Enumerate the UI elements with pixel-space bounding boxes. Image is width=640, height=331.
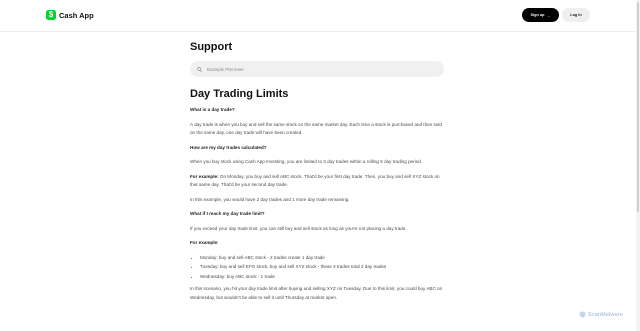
example-label: For example:: [190, 240, 219, 245]
paragraph: When you buy stock using Cash App Invest…: [190, 159, 423, 164]
example-list: Monday: buy and sell ABC stock - 2 trade…: [190, 254, 445, 282]
page-title: Support: [190, 41, 233, 53]
search-icon: [197, 66, 202, 72]
paragraph: In this example, you would have 2 day tr…: [190, 196, 350, 202]
list-item: Tuesday: buy and sell EFG stock, buy and…: [200, 263, 445, 272]
scrollbar[interactable]: [636, 0, 640, 331]
article-title: Day Trading Limits: [190, 88, 289, 100]
question-heading: How are my day trades calculated?: [190, 144, 267, 150]
dollar-logo-icon: $: [46, 10, 56, 20]
search-input[interactable]: Example PIN reset: [190, 61, 444, 77]
shield-icon: [579, 311, 586, 318]
list-item: Monday: buy and sell ABC stock - 2 trade…: [200, 254, 445, 263]
paragraph: If you exceed your day trade limit, you …: [190, 225, 407, 231]
scrollbar-thumb[interactable]: [637, 2, 639, 212]
example-text: On Monday, you buy and sell ABC stock. T…: [190, 173, 440, 188]
question-heading: What if I reach my day trade limit?: [190, 211, 265, 216]
paragraph: For example: On Monday, you buy and sell…: [190, 173, 445, 190]
cash-app-logo[interactable]: $ Cash App: [46, 10, 94, 20]
arrow-right-icon: →: [546, 12, 551, 18]
question-heading: What is a day trade?: [190, 107, 235, 112]
paragraph: For example:: [190, 239, 445, 248]
list-item: Wednesday: buy ABC stock - 1 trade: [200, 273, 445, 282]
sign-up-label: Sign up: [530, 13, 545, 17]
watermark: ScanMalware: [579, 311, 623, 318]
brand-name: Cash App: [59, 10, 94, 20]
article-body: What is a day trade? A day trade is when…: [190, 106, 445, 302]
log-in-label: Log in: [570, 13, 582, 17]
paragraph: A day trade is when you buy and sell the…: [190, 121, 442, 136]
paragraph: In this scenario, you hit your day trade…: [190, 286, 443, 300]
sign-up-button[interactable]: Sign up →: [522, 8, 559, 22]
example-label: For example:: [190, 173, 219, 179]
log-in-button[interactable]: Log in: [562, 8, 590, 22]
site-header: $ Cash App Sign up → Log in: [0, 0, 640, 32]
search-placeholder: Example PIN reset: [207, 66, 244, 72]
support-content: Support Example PIN reset Day Trading Li…: [190, 40, 445, 308]
watermark-text: ScanMalware: [588, 311, 623, 318]
